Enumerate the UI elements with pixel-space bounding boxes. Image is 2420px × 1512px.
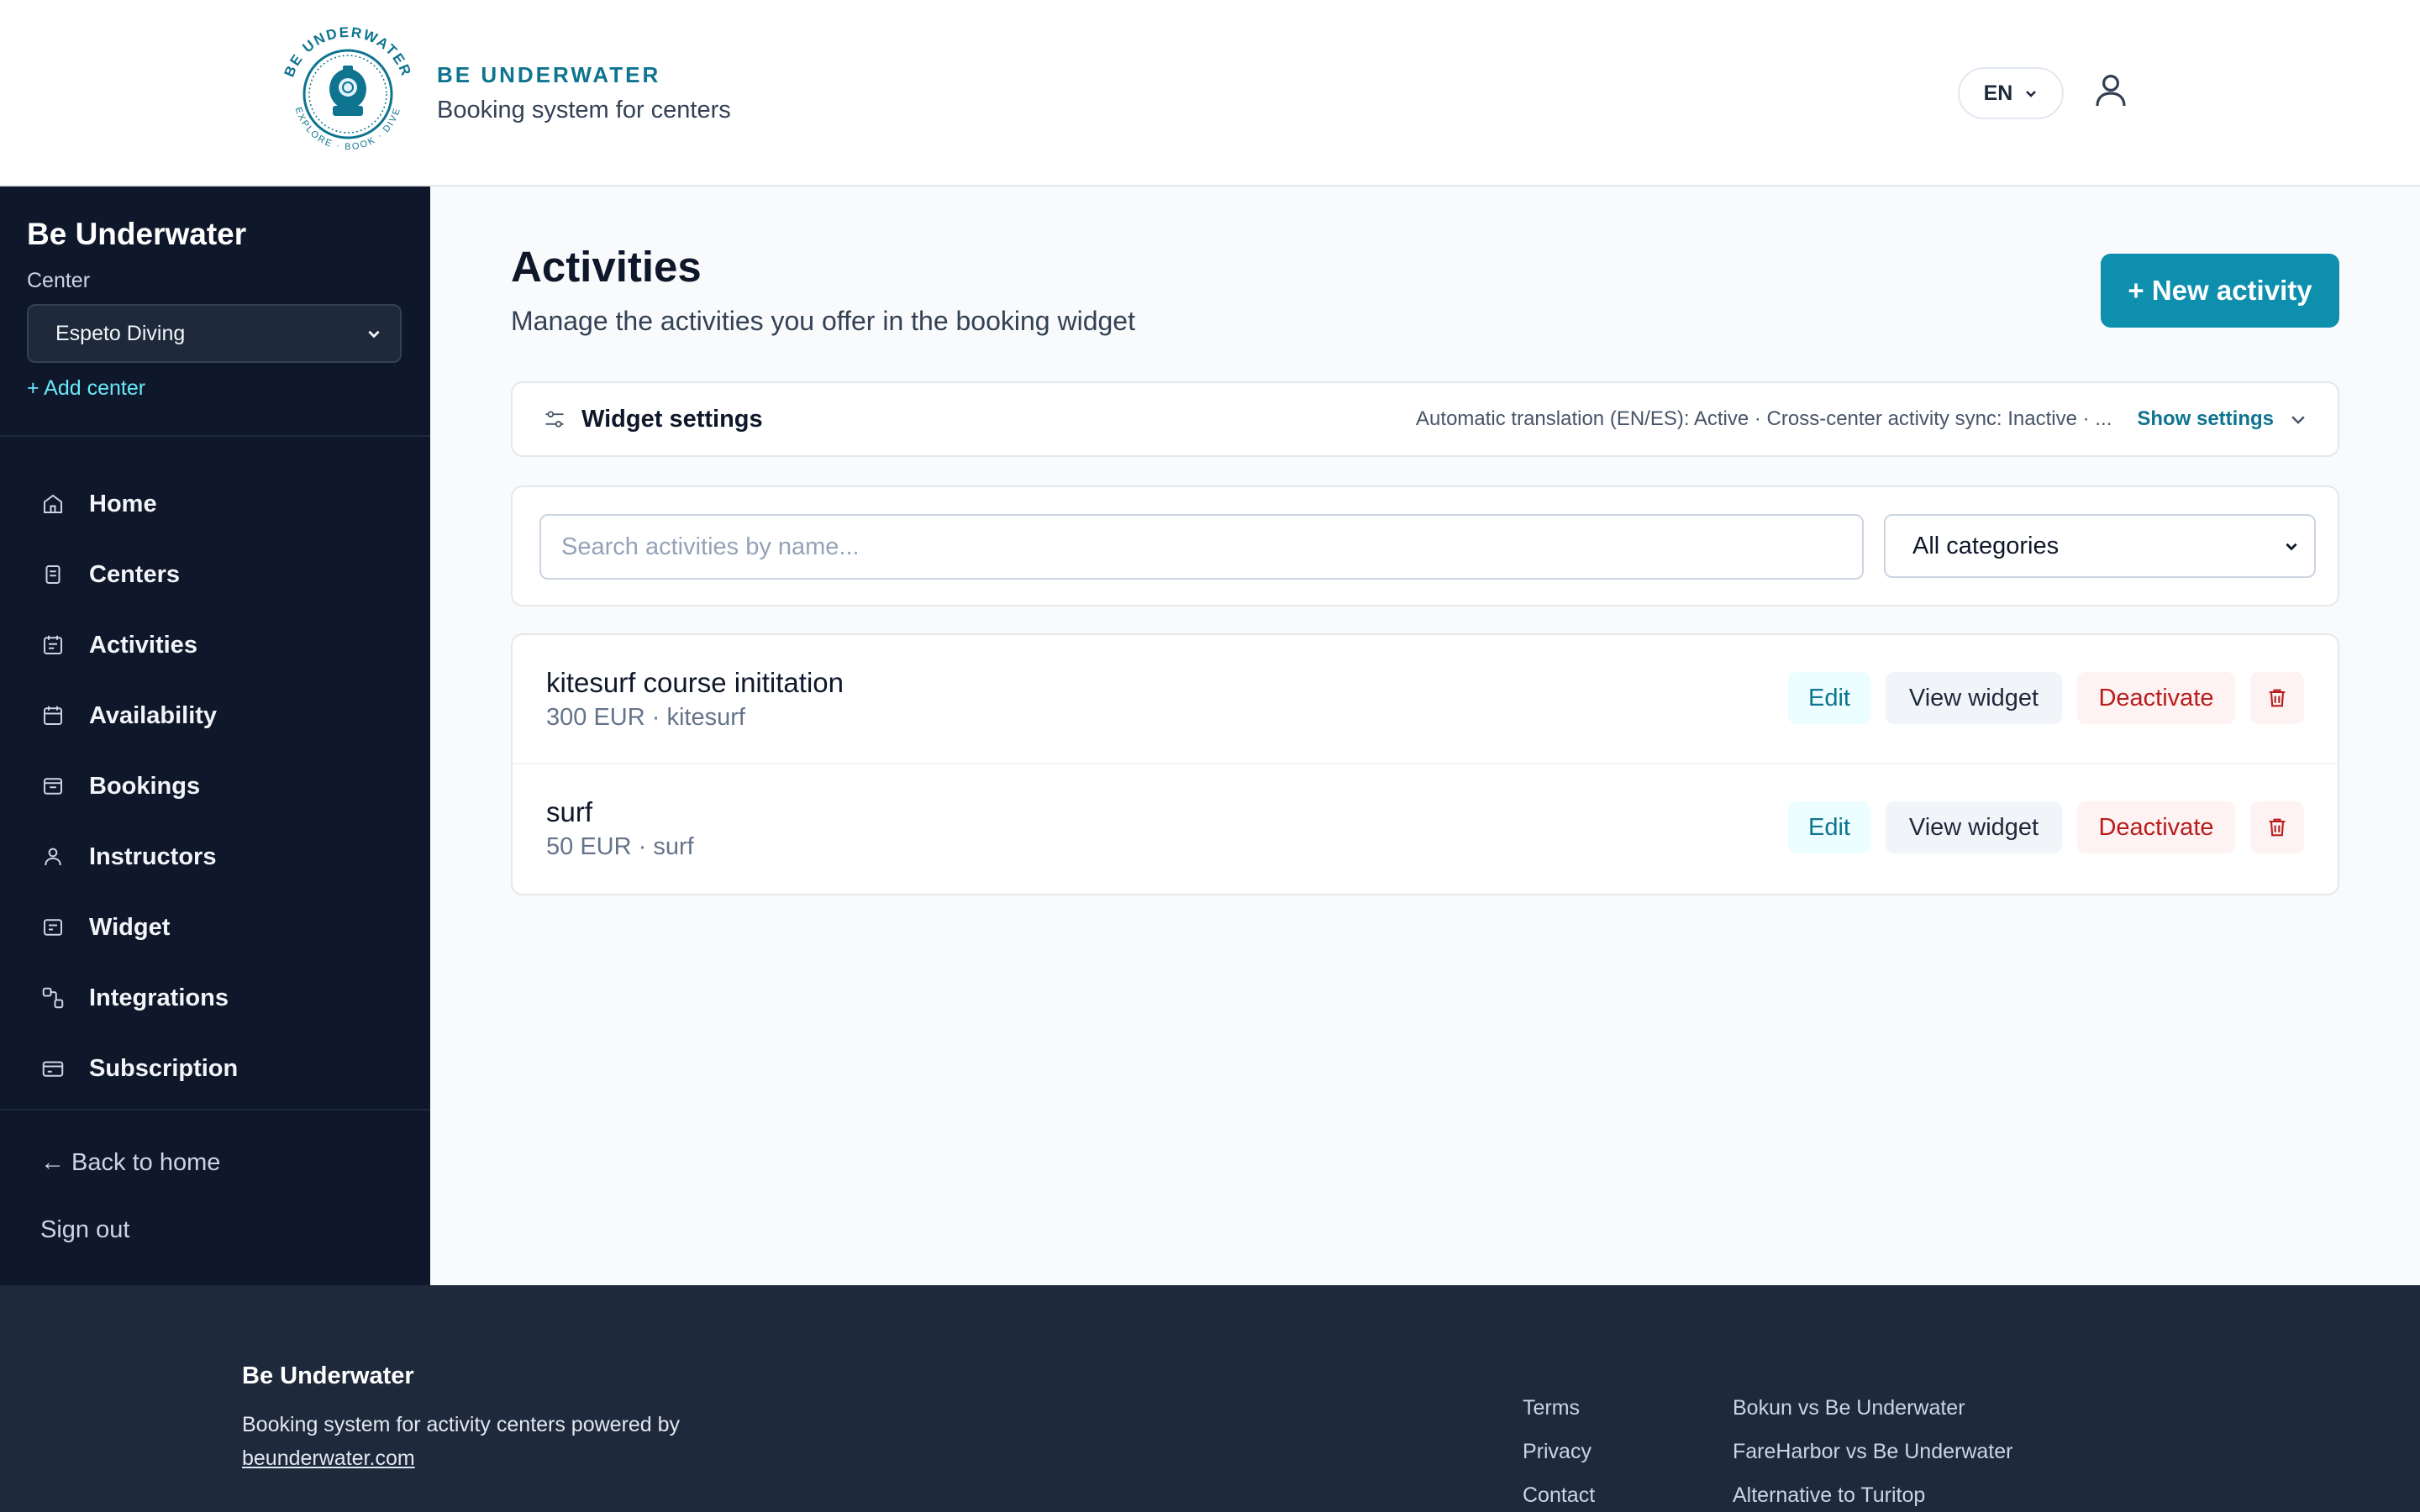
new-activity-button[interactable]: + New activity	[2101, 254, 2339, 328]
widget-settings-status: Automatic translation (EN/ES): Active · …	[1416, 407, 2112, 430]
activity-meta: 300 EUR · kitesurf	[546, 704, 745, 731]
edit-button[interactable]: Edit	[1788, 672, 1870, 724]
person-icon	[40, 844, 66, 869]
footer-brand: Be Underwater	[242, 1362, 414, 1389]
activities-list: kitesurf course inititation 300 EUR · ki…	[511, 633, 2339, 895]
activity-row: kitesurf course inititation 300 EUR · ki…	[513, 635, 2338, 764]
sidebar-nav: Home Centers Activities Availability Boo…	[0, 469, 430, 1104]
category-select[interactable]: All categories	[1884, 514, 2316, 578]
trash-icon	[2269, 818, 2286, 837]
footer-description-text: Booking system for activity centers powe…	[242, 1413, 681, 1436]
footer-link-fareharbor[interactable]: FareHarbor vs Be Underwater	[1733, 1440, 2012, 1483]
sidebar-divider	[0, 435, 430, 437]
sidebar-item-label: Widget	[89, 913, 171, 941]
center-select-value: Espeto Diving	[55, 321, 186, 345]
sidebar-item-label: Instructors	[89, 843, 217, 870]
chevron-down-icon	[2026, 91, 2037, 97]
calendar-icon	[40, 703, 66, 728]
inbox-icon	[40, 774, 66, 799]
search-input[interactable]	[539, 514, 1864, 580]
delete-button[interactable]	[2250, 672, 2304, 724]
sidebar-item-instructors[interactable]: Instructors	[0, 822, 430, 892]
sidebar-title: Be Underwater	[27, 217, 247, 251]
activity-row: surf 50 EUR · surf Edit View widget Deac…	[513, 764, 2338, 894]
footer-links-legal: Terms Privacy Contact	[1523, 1396, 1595, 1512]
trash-icon	[2269, 689, 2286, 707]
back-to-home-link[interactable]: ← Back to home	[40, 1149, 220, 1177]
sidebar-item-label: Bookings	[89, 772, 201, 800]
chevron-down-icon	[2291, 416, 2305, 424]
footer-description: Booking system for activity centers powe…	[242, 1408, 746, 1475]
center-select[interactable]: Espeto Diving	[27, 304, 402, 363]
sidebar-item-subscription[interactable]: Subscription	[0, 1033, 430, 1104]
sidebar-item-centers[interactable]: Centers	[0, 539, 430, 610]
sidebar-item-label: Integrations	[89, 984, 229, 1011]
building-icon	[40, 562, 66, 587]
credit-card-icon	[40, 1056, 66, 1081]
footer-link-terms[interactable]: Terms	[1523, 1396, 1595, 1440]
sidebar-item-integrations[interactable]: Integrations	[0, 963, 430, 1033]
widget-settings-panel[interactable]: Widget settings Automatic translation (E…	[511, 381, 2339, 457]
language-value: EN	[1983, 81, 2013, 105]
activity-name: kitesurf course inititation	[546, 667, 844, 698]
user-account-icon[interactable]	[2091, 71, 2131, 111]
view-widget-button[interactable]: View widget	[1886, 672, 2062, 724]
footer-site-link[interactable]: beunderwater.com	[242, 1446, 415, 1470]
be-underwater-logo[interactable]: BE UNDERWATER EXPLORE · BOOK · DIVE	[277, 17, 418, 166]
deactivate-button[interactable]: Deactivate	[2077, 672, 2235, 724]
edit-button[interactable]: Edit	[1788, 801, 1870, 853]
footer-link-turitop[interactable]: Alternative to Turitop	[1733, 1483, 2012, 1512]
calendar-list-icon	[40, 633, 66, 658]
footer: Be Underwater Booking system for activit…	[0, 1285, 2420, 1512]
sidebar-item-label: Subscription	[89, 1054, 239, 1082]
chevron-down-icon	[2286, 543, 2297, 551]
sidebar-item-widget[interactable]: Widget	[0, 892, 430, 963]
main-content: Activities Manage the activities you off…	[430, 186, 2420, 1285]
chevron-down-icon	[368, 330, 380, 339]
add-center-link[interactable]: + Add center	[27, 376, 145, 401]
language-select[interactable]: EN	[1958, 67, 2064, 119]
sidebar-item-activities[interactable]: Activities	[0, 610, 430, 680]
page-subtitle: Manage the activities you offer in the b…	[511, 306, 1135, 336]
filter-panel: All categories	[511, 486, 2339, 606]
activity-name: surf	[546, 796, 593, 827]
sidebar-item-label: Activities	[89, 631, 197, 659]
sign-out-link[interactable]: Sign out	[40, 1216, 129, 1244]
deactivate-button[interactable]: Deactivate	[2077, 801, 2235, 853]
footer-links-compare: Bokun vs Be Underwater FareHarbor vs Be …	[1733, 1396, 2012, 1512]
view-widget-button[interactable]: View widget	[1886, 801, 2062, 853]
brand-name: BE UNDERWATER	[437, 62, 661, 87]
widget-icon	[40, 915, 66, 940]
delete-button[interactable]	[2250, 801, 2304, 853]
show-settings-button[interactable]: Show settings	[2137, 407, 2274, 431]
footer-link-privacy[interactable]: Privacy	[1523, 1440, 1595, 1483]
sidebar-item-bookings[interactable]: Bookings	[0, 751, 430, 822]
sliders-icon	[545, 411, 564, 428]
sidebar-item-label: Home	[89, 490, 157, 517]
category-select-value: All categories	[1912, 532, 2060, 559]
home-icon	[40, 491, 66, 517]
sidebar-item-label: Centers	[89, 560, 180, 588]
sidebar-item-label: Availability	[89, 701, 218, 729]
sidebar-item-availability[interactable]: Availability	[0, 680, 430, 751]
center-label: Center	[27, 269, 91, 292]
widget-settings-title: Widget settings	[581, 405, 763, 433]
page-title: Activities	[511, 243, 702, 291]
footer-link-bokun[interactable]: Bokun vs Be Underwater	[1733, 1396, 2012, 1440]
brand-subtitle: Booking system for centers	[437, 97, 731, 123]
sidebar-divider	[0, 1109, 430, 1110]
activity-meta: 50 EUR · surf	[546, 833, 694, 860]
footer-link-contact[interactable]: Contact	[1523, 1483, 1595, 1512]
top-header: BE UNDERWATER EXPLORE · BOOK · DIVE BE U…	[0, 0, 2420, 186]
sidebar-item-home[interactable]: Home	[0, 469, 430, 539]
sidebar: Be Underwater Center Espeto Diving + Add…	[0, 186, 430, 1285]
integrations-icon	[40, 985, 66, 1011]
